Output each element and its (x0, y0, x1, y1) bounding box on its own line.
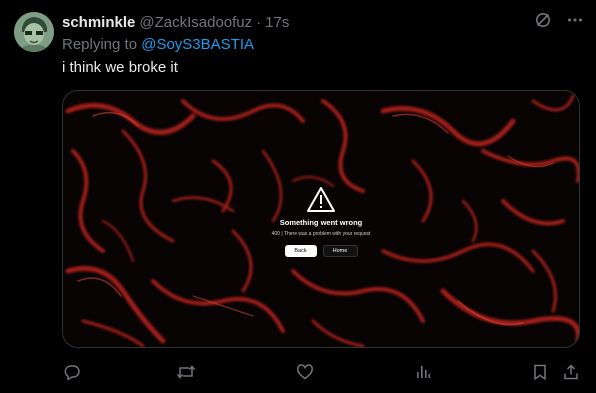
tweet-header: schminkle @ZackIsadoofuz · 17s (62, 12, 289, 32)
display-name[interactable]: schminkle (62, 14, 135, 31)
user-handle[interactable]: @ZackIsadoofuz (139, 14, 252, 31)
replying-prefix: Replying to (62, 36, 138, 53)
bookmark-icon[interactable] (530, 362, 550, 382)
error-dialog: Something went wrong 400 | There was a p… (63, 186, 579, 257)
tweet-text: i think we broke it (62, 59, 178, 76)
error-subtitle: 400 | There was a problem with your requ… (271, 231, 371, 237)
views-icon[interactable] (413, 362, 433, 382)
more-options-icon[interactable] (566, 11, 584, 29)
back-button: Back (284, 245, 317, 257)
warning-icon (307, 187, 335, 212)
home-button: Home (322, 245, 358, 257)
like-icon[interactable] (295, 362, 315, 382)
error-title: Something went wrong (279, 218, 363, 227)
reply-icon[interactable] (62, 362, 82, 382)
share-icon[interactable] (561, 362, 581, 382)
retweet-icon[interactable] (176, 362, 196, 382)
error-buttons: Back Home (284, 245, 358, 257)
replying-mention-link[interactable]: @SoyS3BASTIA (141, 36, 254, 53)
separator-dot: · (256, 13, 262, 31)
grok-icon[interactable] (534, 11, 552, 29)
tweet-top-actions (534, 11, 584, 29)
tweet-media[interactable]: Something went wrong 400 | There was a p… (62, 90, 580, 348)
replying-to-line: Replying to @SoyS3BASTIA (62, 36, 254, 53)
timestamp[interactable]: 17s (265, 14, 289, 31)
avatar[interactable] (14, 12, 54, 52)
tweet-actions-bar (62, 362, 584, 382)
